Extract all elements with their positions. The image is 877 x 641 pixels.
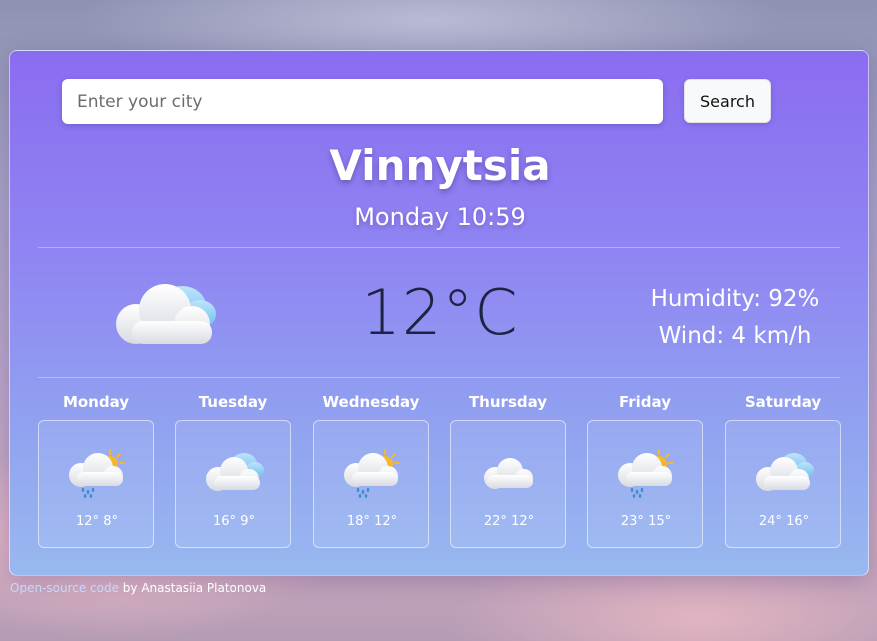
forecast-card: 18° 12°: [313, 420, 429, 548]
forecast-temps: 16° 9°: [213, 514, 255, 529]
forecast-day-name: Tuesday: [198, 393, 268, 411]
cloudy-icon: [110, 276, 220, 351]
forecast-card: 16° 9°: [175, 420, 291, 548]
forecast-list: Monday 12° 8° Tuesday 16° 9° Wednesday 1…: [38, 393, 842, 553]
forecast-day: Saturday 24° 16°: [725, 393, 841, 553]
wind-label: Wind: 4 km/h: [658, 323, 812, 349]
city-search-input[interactable]: [62, 79, 663, 124]
city-name: Vinnytsia: [329, 141, 551, 190]
divider: [38, 247, 840, 248]
forecast-day-name: Friday: [618, 393, 671, 411]
forecast-temps: 18° 12°: [346, 514, 398, 529]
forecast-day: Monday 12° 8°: [38, 393, 154, 553]
cloudy-icon: [202, 448, 266, 498]
forecast-temps: 12° 8°: [76, 514, 118, 529]
forecast-day-name: Thursday: [468, 393, 548, 411]
forecast-day: Thursday 22° 12°: [450, 393, 566, 553]
rain-sun-icon: [65, 448, 129, 498]
cloud-icon: [477, 448, 541, 498]
humidity-label: Humidity: 92%: [650, 286, 820, 312]
footer: Open-source code by Anastasiia Platonova: [10, 581, 266, 595]
forecast-temps: 23° 15°: [620, 514, 672, 529]
forecast-card: 23° 15°: [587, 420, 703, 548]
forecast-card: 12° 8°: [38, 420, 154, 548]
rain-sun-icon: [340, 448, 404, 498]
current-datetime: Monday 10:59: [354, 203, 526, 231]
search-bar: Search: [62, 79, 772, 125]
rain-sun-icon: [614, 448, 678, 498]
forecast-day-name: Monday: [62, 393, 130, 411]
forecast-card: 24° 16°: [725, 420, 841, 548]
divider: [38, 377, 840, 378]
weather-card: Search Vinnytsia Monday 10:59 12°C Humid…: [9, 50, 869, 576]
forecast-day: Wednesday 18° 12°: [313, 393, 429, 553]
current-temperature: 12°C: [361, 276, 519, 349]
forecast-day-name: Wednesday: [322, 393, 420, 411]
cloudy-icon: [752, 448, 816, 498]
forecast-day: Friday 23° 15°: [587, 393, 703, 553]
author-credit: by Anastasiia Platonova: [118, 581, 267, 595]
weather-stats: Humidity: 92% Wind: 4 km/h: [620, 281, 850, 355]
search-button[interactable]: Search: [684, 79, 771, 123]
forecast-temps: 24° 16°: [758, 514, 810, 529]
forecast-day: Tuesday 16° 9°: [175, 393, 291, 553]
forecast-card: 22° 12°: [450, 420, 566, 548]
source-code-link[interactable]: Open-source code: [10, 581, 119, 595]
forecast-day-name: Saturday: [744, 393, 822, 411]
forecast-temps: 22° 12°: [483, 514, 535, 529]
